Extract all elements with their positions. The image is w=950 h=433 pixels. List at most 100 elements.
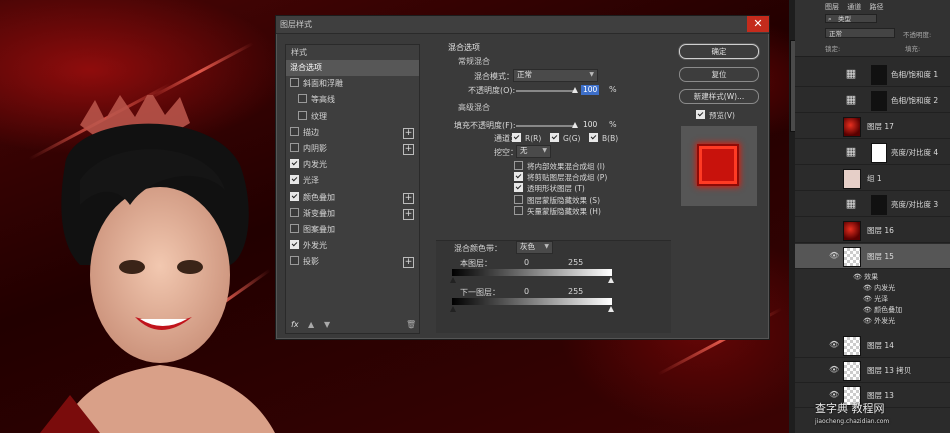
style-item[interactable]: 内阴影 + xyxy=(286,141,419,157)
layer-row[interactable]: 👁 图层 14 xyxy=(795,333,950,358)
blend-mode-select[interactable]: 正常 ▼ xyxy=(513,69,598,82)
style-item[interactable]: 投影 + xyxy=(286,254,419,270)
ok-button[interactable]: 确定 xyxy=(679,44,759,59)
tab-channels[interactable]: 通道 xyxy=(847,3,861,11)
new-style-button[interactable]: 新建样式(W)... xyxy=(679,89,759,104)
fill-opacity-slider[interactable] xyxy=(516,125,576,127)
style-item[interactable]: 斜面和浮雕 xyxy=(286,76,419,92)
layer-row[interactable]: ▦ 亮度/对比度 3 xyxy=(795,192,950,217)
style-checkbox[interactable] xyxy=(290,142,299,152)
eye-icon[interactable]: 👁 xyxy=(853,273,864,281)
this-layer-white-knob[interactable] xyxy=(608,277,614,283)
style-item[interactable]: 渐变叠加 + xyxy=(286,206,419,222)
style-checkbox[interactable] xyxy=(290,240,299,250)
advanced-option-checkbox[interactable]: 将内部效果混合成组 (I) xyxy=(514,161,605,172)
layer-row[interactable]: 👁 图层 13 拷贝 xyxy=(795,358,950,383)
style-item[interactable]: 等高线 xyxy=(286,92,419,108)
fx-icon[interactable]: fx xyxy=(291,320,299,329)
add-icon[interactable]: + xyxy=(403,143,414,155)
style-checkbox[interactable] xyxy=(290,78,299,88)
advanced-option-checkbox[interactable]: 图层蒙版隐藏效果 (S) xyxy=(514,194,600,206)
style-item[interactable]: 纹理 xyxy=(286,109,419,125)
layer-row[interactable]: 图层 17 xyxy=(795,114,950,139)
channel-g-checkbox[interactable]: G(G) xyxy=(550,133,580,143)
style-checkbox[interactable] xyxy=(290,207,299,217)
this-layer-gradient[interactable] xyxy=(452,269,612,276)
tab-layers[interactable]: 图层 xyxy=(825,3,839,11)
style-item[interactable]: 外发光 xyxy=(286,238,419,254)
style-checkbox[interactable] xyxy=(290,223,299,233)
style-item[interactable]: 颜色叠加 + xyxy=(286,190,419,206)
layer-mask-thumbnail[interactable] xyxy=(871,143,887,163)
dialog-titlebar[interactable]: 图层样式 ✕ xyxy=(276,16,769,34)
layer-mask-thumbnail[interactable] xyxy=(871,195,887,215)
underlying-gradient[interactable] xyxy=(452,298,612,305)
eye-icon[interactable]: 👁 xyxy=(829,340,839,349)
style-checkbox[interactable] xyxy=(298,94,307,104)
eye-icon[interactable]: 👁 xyxy=(829,390,839,399)
opacity-slider[interactable] xyxy=(516,90,576,92)
this-layer-black-knob[interactable] xyxy=(450,277,456,283)
layer-mask-thumbnail[interactable] xyxy=(871,91,887,111)
add-icon[interactable]: + xyxy=(403,192,414,204)
style-checkbox[interactable] xyxy=(290,191,299,201)
opacity-input[interactable]: 100 xyxy=(581,85,600,95)
style-checkbox[interactable] xyxy=(298,110,307,120)
style-checkbox[interactable] xyxy=(290,126,299,136)
layer-row[interactable]: ▦ 亮度/对比度 4 xyxy=(795,140,950,165)
add-icon[interactable]: + xyxy=(403,257,414,269)
eye-icon[interactable]: 👁 xyxy=(863,295,874,303)
opacity-slider-knob[interactable] xyxy=(572,87,578,93)
eye-icon[interactable]: 👁 xyxy=(863,284,874,292)
layer-blend-mode-select[interactable]: 正常 xyxy=(825,28,895,38)
watermark: 查字典 教程网 jiaocheng.chazidian.com xyxy=(815,400,945,428)
advanced-option-checkbox[interactable]: 矢量蒙版隐藏效果 (H) xyxy=(514,205,601,217)
style-item[interactable]: 图案叠加 xyxy=(286,222,419,238)
move-down-icon[interactable]: ▼ xyxy=(324,320,330,329)
layer-row[interactable]: 👁 图层 15 xyxy=(795,244,950,269)
knockout-select[interactable]: 无 ▼ xyxy=(516,145,551,158)
style-checkbox[interactable] xyxy=(290,159,299,169)
close-icon[interactable]: ✕ xyxy=(747,16,769,32)
styles-header[interactable]: 样式 xyxy=(286,45,419,60)
tab-paths[interactable]: 路径 xyxy=(869,3,883,11)
style-checkbox[interactable] xyxy=(290,256,299,266)
layer-mask-thumbnail[interactable] xyxy=(871,65,887,85)
preview-checkbox[interactable]: 预览(V) xyxy=(696,110,735,121)
eye-icon[interactable]: 👁 xyxy=(829,251,839,260)
style-item[interactable]: 混合选项 xyxy=(286,60,419,77)
layer-row[interactable]: 组 1 xyxy=(795,166,950,191)
fill-opacity-input[interactable]: 100 xyxy=(581,120,599,130)
style-item[interactable]: 内发光 xyxy=(286,157,419,173)
fill-opacity-knob[interactable] xyxy=(572,122,578,128)
effect-item[interactable]: 👁 内发光 xyxy=(863,283,895,293)
move-up-icon[interactable]: ▲ xyxy=(308,320,314,329)
advanced-option-checkbox[interactable]: 透明形状图层 (T) xyxy=(514,183,585,194)
underlying-black-knob[interactable] xyxy=(450,306,456,312)
effect-item[interactable]: 👁 光泽 xyxy=(863,294,888,304)
eye-icon[interactable]: 👁 xyxy=(829,365,839,374)
layer-row[interactable]: ▦ 色相/饱和度 1 xyxy=(795,62,950,87)
style-checkbox[interactable] xyxy=(290,175,299,185)
effects-row[interactable]: 👁 效果 xyxy=(853,272,878,282)
add-icon[interactable]: + xyxy=(403,127,414,139)
lock-label: 锁定: xyxy=(825,45,841,53)
style-item[interactable]: 描边 + xyxy=(286,125,419,141)
underlying-white-knob[interactable] xyxy=(608,306,614,312)
channel-b-checkbox[interactable]: B(B) xyxy=(589,133,618,143)
reset-button[interactable]: 复位 xyxy=(679,67,759,82)
style-item[interactable]: 光泽 xyxy=(286,173,419,189)
blend-if-select[interactable]: 灰色 ▼ xyxy=(516,241,553,254)
effect-item[interactable]: 👁 外发光 xyxy=(863,316,895,326)
layer-row[interactable]: 图层 16 xyxy=(795,218,950,243)
channel-r-checkbox[interactable]: R(R) xyxy=(512,133,541,143)
knockout-value: 无 xyxy=(520,146,528,155)
layer-filter-select[interactable]: ⌕ 类型 xyxy=(825,14,877,23)
eye-icon[interactable]: 👁 xyxy=(863,306,874,314)
layer-row[interactable]: ▦ 色相/饱和度 2 xyxy=(795,88,950,113)
advanced-option-checkbox[interactable]: 将剪贴图层混合成组 (P) xyxy=(514,172,607,183)
eye-icon[interactable]: 👁 xyxy=(863,317,874,325)
trash-icon[interactable]: 🗑 xyxy=(406,320,416,329)
add-icon[interactable]: + xyxy=(403,208,414,220)
effect-item[interactable]: 👁 颜色叠加 xyxy=(863,305,902,315)
